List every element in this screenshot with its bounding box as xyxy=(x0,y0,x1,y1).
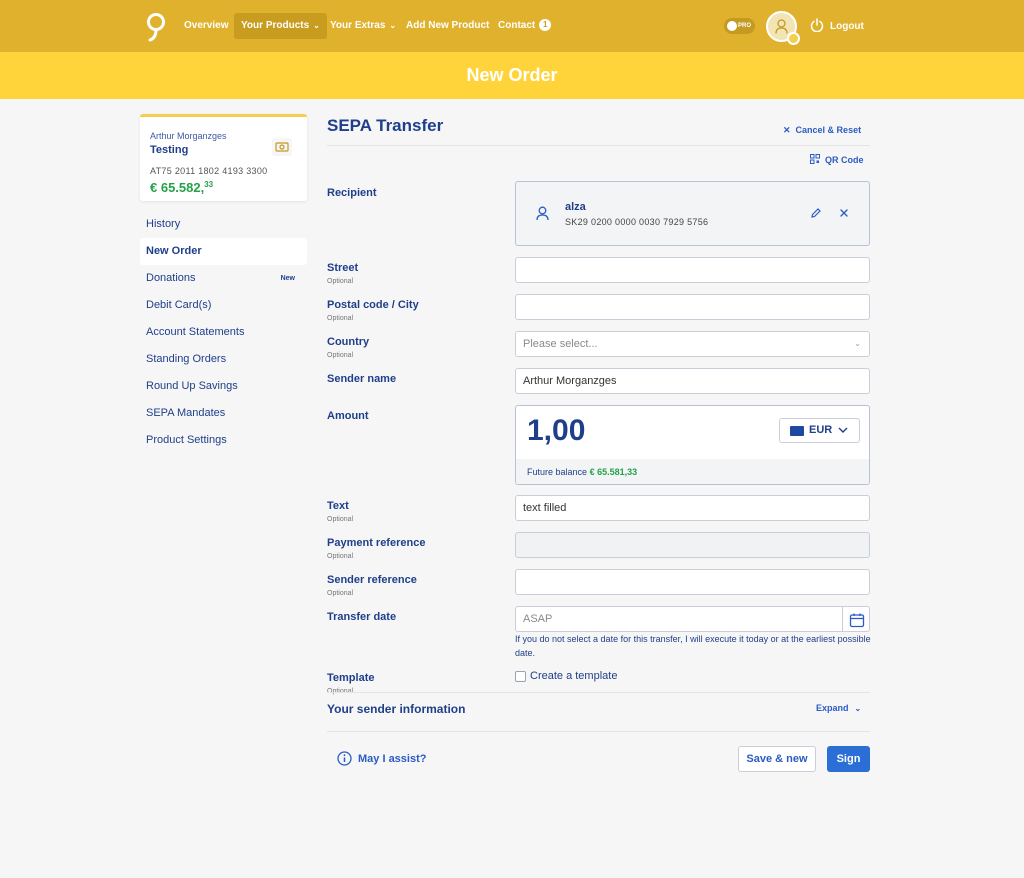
optional-hint: Optional xyxy=(327,553,354,560)
amount-box: 1,00 EUR Future balance € 65.581,33 xyxy=(515,405,870,485)
sidebar-item-new-order[interactable]: New Order xyxy=(140,238,307,265)
form-title: SEPA Transfer xyxy=(327,116,444,135)
chevron-down-icon: ⌄ xyxy=(854,339,861,348)
pro-label: PRO xyxy=(738,23,752,29)
country-placeholder: Please select... xyxy=(523,338,598,350)
sidebar-item-account-statements[interactable]: Account Statements xyxy=(140,319,307,346)
chevron-down-icon: ⌄ xyxy=(389,21,397,30)
nav-your-products[interactable]: Your Products ⌄ xyxy=(234,13,327,39)
text-input[interactable]: text filled xyxy=(515,495,870,521)
future-balance: Future balance € 65.581,33 xyxy=(516,459,869,484)
pro-toggle[interactable]: PRO xyxy=(724,18,755,34)
qr-code-icon xyxy=(810,154,820,164)
transfer-date-hint: If you do not select a date for this tra… xyxy=(515,634,871,658)
optional-hint: Optional xyxy=(327,516,354,523)
account-iban: AT75 2011 1802 4193 3300 xyxy=(150,166,268,176)
recipient-label: Recipient xyxy=(327,187,377,199)
user-icon xyxy=(775,19,788,34)
optional-hint: Optional xyxy=(327,590,354,597)
close-icon: ✕ xyxy=(783,125,791,135)
sender-reference-label: Sender reference xyxy=(327,574,417,586)
sidebar-item-product-settings[interactable]: Product Settings xyxy=(140,427,307,454)
account-balance: € 65.582,33 xyxy=(150,180,214,195)
user-icon xyxy=(536,206,549,221)
divider xyxy=(327,731,870,732)
page-title: New Order xyxy=(466,65,558,85)
account-name: Testing xyxy=(150,144,189,156)
nav-contact[interactable]: Contact 1 xyxy=(491,13,558,39)
sidebar-item-donations[interactable]: Donations New xyxy=(140,265,307,292)
template-label: Template xyxy=(327,672,375,684)
sign-button[interactable]: Sign xyxy=(827,746,870,772)
street-label: Street xyxy=(327,262,359,274)
postal-city-label: Postal code / City xyxy=(327,299,419,311)
sender-information-title: Your sender information xyxy=(327,702,466,716)
banknote-icon xyxy=(275,142,289,152)
nav-your-extras[interactable]: Your Extras ⌄ xyxy=(323,13,403,39)
amount-label: Amount xyxy=(327,410,369,422)
create-template-label[interactable]: Create a template xyxy=(530,670,617,682)
cancel-reset-button[interactable]: ✕ Cancel & Reset xyxy=(783,125,861,136)
info-icon xyxy=(337,751,352,766)
sidebar-item-standing-orders[interactable]: Standing Orders xyxy=(140,346,307,373)
country-select[interactable]: Please select... ⌄ xyxy=(515,331,870,357)
sender-name-input[interactable]: Arthur Morganzges xyxy=(515,368,870,394)
account-owner: Arthur Morganzges xyxy=(150,131,227,141)
account-card[interactable]: Arthur Morganzges Testing AT75 2011 1802… xyxy=(140,114,307,201)
street-input[interactable] xyxy=(515,257,870,283)
optional-hint: Optional xyxy=(327,315,354,322)
close-icon[interactable] xyxy=(838,207,850,219)
power-icon xyxy=(810,18,824,33)
chevron-down-icon: ⌄ xyxy=(313,21,320,30)
nav-overview[interactable]: Overview xyxy=(177,13,235,39)
contact-count-badge: 1 xyxy=(539,19,552,31)
chevron-down-icon: ⌄ xyxy=(854,704,862,713)
sender-reference-input[interactable] xyxy=(515,569,870,595)
amount-input[interactable]: 1,00 xyxy=(527,414,585,448)
logout-button[interactable]: Logout xyxy=(810,18,864,34)
payment-reference-label: Payment reference xyxy=(327,537,426,549)
eu-flag-icon xyxy=(790,426,804,436)
payment-reference-input[interactable] xyxy=(515,532,870,558)
sidebar-item-debit-cards[interactable]: Debit Card(s) xyxy=(140,292,307,319)
account-icon-wrap xyxy=(272,138,292,156)
recipient-card[interactable]: alza SK29 0200 0000 0030 7929 5756 xyxy=(515,181,870,246)
assist-link[interactable]: May I assist? xyxy=(337,751,426,767)
calendar-icon xyxy=(849,613,865,628)
sidebar-item-sepa-mandates[interactable]: SEPA Mandates xyxy=(140,400,307,427)
new-badge: New xyxy=(280,275,295,282)
chevron-down-icon xyxy=(838,427,848,433)
recipient-iban: SK29 0200 0000 0030 7929 5756 xyxy=(565,217,709,227)
create-template-checkbox[interactable] xyxy=(515,671,526,682)
sidebar-item-round-up-savings[interactable]: Round Up Savings xyxy=(140,373,307,400)
optional-hint: Optional xyxy=(327,278,354,285)
nav-add-new-product[interactable]: Add New Product xyxy=(399,13,496,39)
optional-hint: Optional xyxy=(327,352,354,359)
country-label: Country xyxy=(327,336,370,348)
toggle-knob xyxy=(727,21,737,31)
expand-button[interactable]: Expand ⌄ xyxy=(816,703,861,713)
divider xyxy=(327,692,870,693)
text-label: Text xyxy=(327,500,349,512)
avatar-status-dot xyxy=(787,32,800,45)
transfer-date-input[interactable]: ASAP xyxy=(515,606,843,632)
brand-logo-icon[interactable] xyxy=(146,12,166,42)
sender-name-label: Sender name xyxy=(327,373,397,385)
pencil-icon[interactable] xyxy=(810,207,822,219)
postal-city-input[interactable] xyxy=(515,294,870,320)
save-and-new-button[interactable]: Save & new xyxy=(738,746,816,772)
page-title-band: New Order xyxy=(0,52,1024,99)
divider xyxy=(327,145,870,146)
sidebar-item-history[interactable]: History xyxy=(140,211,307,238)
currency-select[interactable]: EUR xyxy=(779,418,860,443)
calendar-button[interactable] xyxy=(842,606,870,632)
recipient-name: alza xyxy=(565,201,586,213)
qr-code-button[interactable]: QR Code xyxy=(810,154,864,165)
transfer-date-label: Transfer date xyxy=(327,611,397,623)
top-navigation: Overview Your Products ⌄ Your Extras ⌄ Add… xyxy=(0,0,1024,52)
